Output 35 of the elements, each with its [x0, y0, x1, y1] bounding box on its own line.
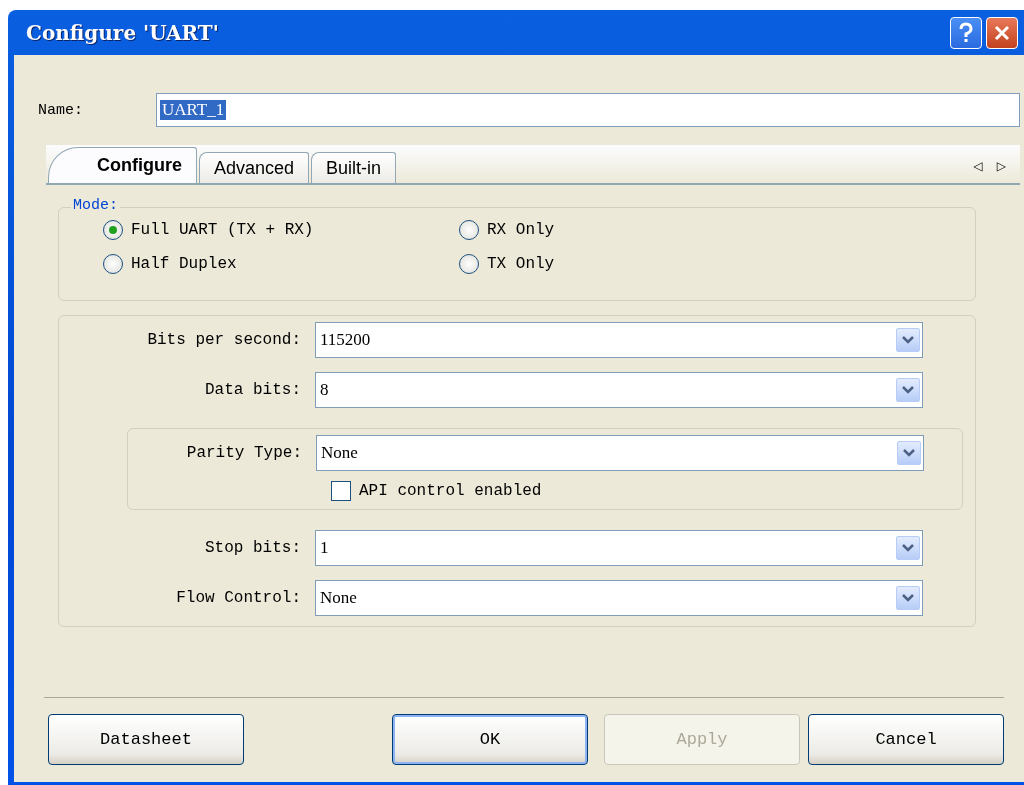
radio-option[interactable]: Full UART (TX + RX): [103, 220, 459, 240]
dropdown-field[interactable]: 8: [315, 372, 923, 408]
tab[interactable]: Built-in: [311, 152, 397, 183]
radio-option[interactable]: Half Duplex: [103, 254, 459, 274]
field-label: Stop bits:: [204, 539, 302, 557]
tab[interactable]: Configure: [48, 147, 197, 183]
radio-indicator-icon[interactable]: [459, 254, 479, 274]
radio-indicator-icon[interactable]: [459, 220, 479, 240]
radio-option[interactable]: RX Only: [459, 220, 975, 240]
radio-indicator-icon[interactable]: [103, 254, 123, 274]
name-field[interactable]: UART_1: [156, 93, 1020, 127]
dropdown-field[interactable]: None: [316, 435, 924, 471]
checkbox-label: API control enabled: [359, 482, 542, 500]
radio-option[interactable]: TX Only: [459, 254, 975, 274]
scroll-left-button[interactable]: ◁: [973, 159, 983, 173]
help-icon: [958, 21, 974, 44]
scroll-right-button[interactable]: ▷: [996, 159, 1006, 173]
tab[interactable]: Advanced: [199, 152, 310, 183]
field-label: Data bits:: [204, 381, 302, 399]
checkbox[interactable]: [331, 481, 351, 501]
dialog-button[interactable]: Cancel: [808, 714, 1004, 765]
field-label: Flow Control:: [175, 589, 302, 607]
close-icon: [993, 23, 1011, 42]
close-button[interactable]: [986, 16, 1018, 49]
field-label: Bits per second:: [146, 331, 302, 349]
window-title: Configure 'UART': [26, 20, 220, 45]
dropdown-field[interactable]: None: [315, 580, 923, 616]
dialog-button[interactable]: OK: [392, 714, 588, 765]
field-label: Parity Type:: [185, 444, 303, 462]
dropdown-field[interactable]: 115200: [315, 322, 923, 358]
dialog-button[interactable]: Datasheet: [48, 714, 244, 765]
help-button[interactable]: [950, 16, 982, 49]
dropdown-field[interactable]: 1: [315, 530, 923, 566]
name-label: Name:: [38, 101, 84, 119]
radio-indicator-icon[interactable]: [103, 220, 123, 240]
